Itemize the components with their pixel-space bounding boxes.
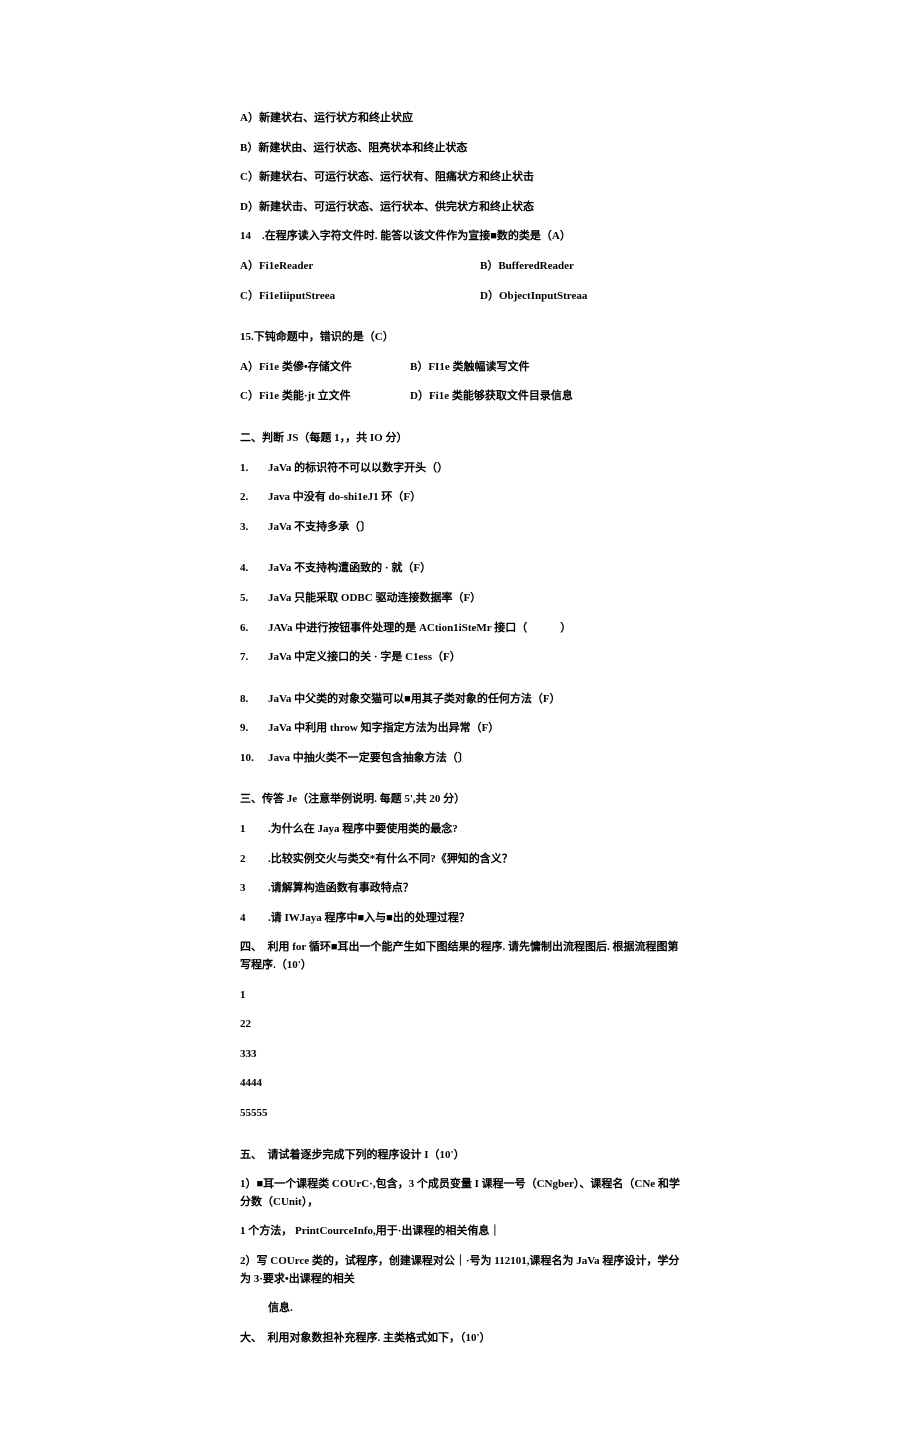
s2-text: Java 中没有 do-shi1eJ1 环（F） — [268, 489, 421, 507]
s4-row-5: 55555 — [240, 1105, 680, 1123]
q15-option-d: D）Fi1e 类能够获取文件目录信息 — [410, 388, 573, 406]
s2-text: Java 中抽火类不一定要包含抽象方法（〕 — [268, 750, 469, 768]
s2-text: JAVa 中进行按钮事件处理的是 ACtion1iSteMr 接口（ ） — [268, 620, 571, 638]
s3-text: .请解算构造函数有事政特点？ — [268, 880, 414, 898]
s2-num: 1. — [240, 460, 268, 478]
q14-option-b: B）BufferedReader — [480, 258, 574, 276]
q14-stem: 14 .在程序读入字符文件时. 能答以该文件作为宣接■数的类是（A） — [240, 228, 680, 246]
q13-option-b: B）新建状由、运行状态、阻亮状本和终止状态 — [240, 140, 680, 158]
s2-item-8: 8.JaVa 中父类的对象交猫可以■用其子类对象的任何方法（F） — [240, 691, 680, 709]
s2-text: JaVa 不支持多承（〕 — [268, 519, 371, 537]
s3-item-1: 1.为什么在 Jaya 程序中要使用类的最念? — [240, 821, 680, 839]
section3-title: 三、传答 Je（注意举例说明. 每题 5',共 20 分） — [240, 791, 680, 809]
s2-item-7: 7.JaVa 中定义接口的关 · 字是 C1ess（F） — [240, 649, 680, 667]
s2-num: 7. — [240, 649, 268, 667]
s2-item-4: 4.JaVa 不支持构遭函致的 · 就（F） — [240, 560, 680, 578]
s3-text: .为什么在 Jaya 程序中要使用类的最念? — [268, 821, 458, 839]
s2-num: 10. — [240, 750, 268, 768]
q13-option-a: A）新建状右、运行状方和终止状应 — [240, 110, 680, 128]
s2-text: JaVa 中利用 throw 知字指定方法为出异常（F） — [268, 720, 499, 738]
s2-item-1: 1.JaVa 的标识符不可以以数字开头（） — [240, 460, 680, 478]
q15-option-a: A）Fi1e 类傪•存储文件 — [240, 359, 410, 377]
s5-p3: 2）写 COUrce 类的，试程序，创建课程对公｜·号为 112101,课程名为… — [240, 1253, 680, 1288]
s3-num: 4 — [240, 910, 268, 928]
s4-row-4: 4444 — [240, 1075, 680, 1093]
document-page: A）新建状右、运行状方和终止状应 B）新建状由、运行状态、阻亮状本和终止状态 C… — [0, 0, 920, 1439]
s2-text: JaVa 中父类的对象交猫可以■用其子类对象的任何方法（F） — [268, 691, 561, 709]
s2-text: JaVa 中定义接口的关 · 字是 C1ess（F） — [268, 649, 461, 667]
s2-num: 3. — [240, 519, 268, 537]
s2-num: 6. — [240, 620, 268, 638]
q14-row-ab: A）Fi1eReader B）BufferedReader — [240, 258, 680, 276]
s4-row-3: 333 — [240, 1046, 680, 1064]
s2-num: 4. — [240, 560, 268, 578]
s3-item-2: 2.比较实例交火与类交*有什么不同?《狎知的含义？ — [240, 851, 680, 869]
s2-item-3: 3.JaVa 不支持多承（〕 — [240, 519, 680, 537]
s5-p1: 1）■耳一个课程类 COUrC·,包含，3 个成员变量 I 课程一号（CNgbe… — [240, 1176, 680, 1211]
s2-text: JaVa 只能采取 ODBC 驱动连接数据率（F） — [268, 590, 481, 608]
q13-option-c: C）新建状右、可运行状态、运行状有、阻痛状方和终止状击 — [240, 169, 680, 187]
q15-row-cd: C）Fi1e 类能·jt 立文件 D）Fi1e 类能够获取文件目录信息 — [240, 388, 680, 406]
s5-p3b: 信息. — [240, 1300, 680, 1318]
s2-text: JaVa 的标识符不可以以数字开头（） — [268, 460, 448, 478]
s3-item-3: 3.请解算构造函数有事政特点？ — [240, 880, 680, 898]
s2-item-2: 2.Java 中没有 do-shi1eJ1 环（F） — [240, 489, 680, 507]
s5-p4: 大、 利用对象数担补充程序. 主类格式如下，（10'） — [240, 1330, 680, 1348]
s2-num: 8. — [240, 691, 268, 709]
s4-row-1: 1 — [240, 987, 680, 1005]
s2-text: JaVa 不支持构遭函致的 · 就（F） — [268, 560, 431, 578]
q14-row-cd: C）Fi1eIiiputStreea D）ObjectInputStreaa — [240, 288, 680, 306]
section2-title: 二、判断 JS（每题 1，，共 IO 分） — [240, 430, 680, 448]
s5-p2: 1 个方法， PrintCourceInfo,用于·出课程的相关侑息｜ — [240, 1223, 680, 1241]
section4-title: 四、 利用 for 循环■耳出一个能产生如下图结果的程序. 请先慵制出流程图后.… — [240, 939, 680, 974]
s2-num: 9. — [240, 720, 268, 738]
q14-option-a: A）Fi1eReader — [240, 258, 480, 276]
s3-num: 2 — [240, 851, 268, 869]
s3-num: 3 — [240, 880, 268, 898]
s2-item-5: 5.JaVa 只能采取 ODBC 驱动连接数据率（F） — [240, 590, 680, 608]
s2-item-10: 10.Java 中抽火类不一定要包含抽象方法（〕 — [240, 750, 680, 768]
s4-row-2: 22 — [240, 1016, 680, 1034]
q13-option-d: D）新建状击、可运行状态、运行状本、供完状方和终止状态 — [240, 199, 680, 217]
q15-row-ab: A）Fi1e 类傪•存储文件 B）FI1e 类触幅读写文件 — [240, 359, 680, 377]
q14-option-c: C）Fi1eIiiputStreea — [240, 288, 480, 306]
q15-option-c: C）Fi1e 类能·jt 立文件 — [240, 388, 410, 406]
section5-title: 五、 请试着逐步完成下列的程序设计 I（10'） — [240, 1147, 680, 1165]
s2-item-6: 6.JAVa 中进行按钮事件处理的是 ACtion1iSteMr 接口（ ） — [240, 620, 680, 638]
s2-num: 2. — [240, 489, 268, 507]
q15-option-b: B）FI1e 类触幅读写文件 — [410, 359, 529, 377]
s3-num: 1 — [240, 821, 268, 839]
s3-text: .请 IWJaya 程序中■入与■出的处理过程？ — [268, 910, 470, 928]
q14-option-d: D）ObjectInputStreaa — [480, 288, 587, 306]
s2-num: 5. — [240, 590, 268, 608]
s2-item-9: 9.JaVa 中利用 throw 知字指定方法为出异常（F） — [240, 720, 680, 738]
q15-stem: 15.下钝命题中，错识的是（C） — [240, 329, 680, 347]
s3-text: .比较实例交火与类交*有什么不同?《狎知的含义？ — [268, 851, 513, 869]
s3-item-4: 4.请 IWJaya 程序中■入与■出的处理过程？ — [240, 910, 680, 928]
